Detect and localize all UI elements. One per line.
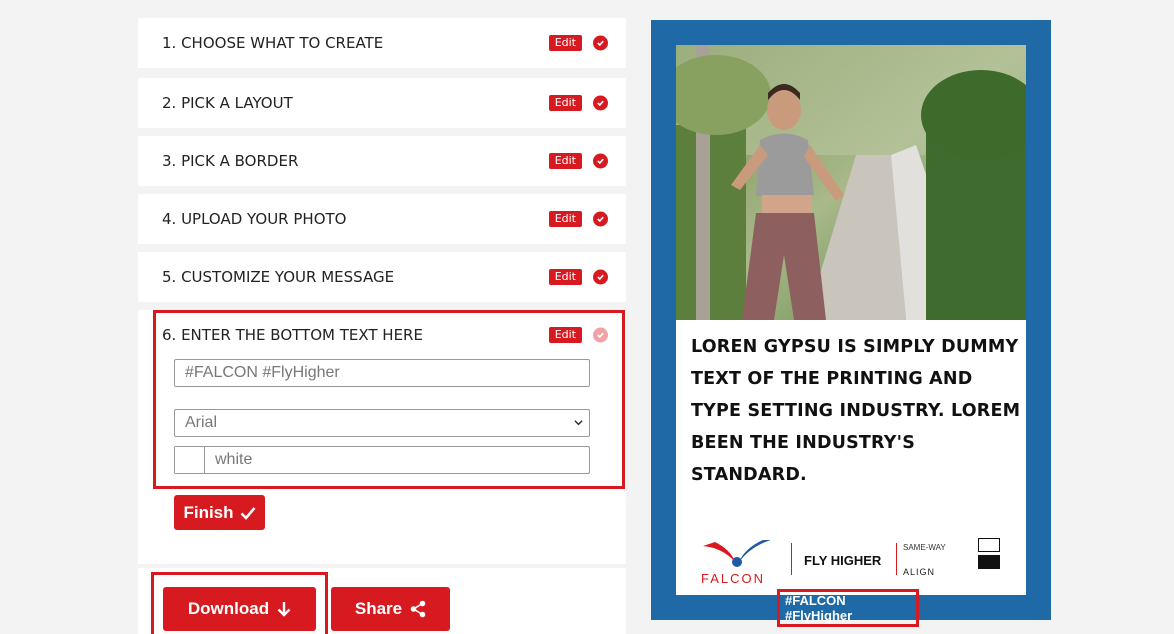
step-4: 4. UPLOAD YOUR PHOTO Edit [138,194,626,244]
chevron-down-icon [574,420,583,426]
falcon-logo-icon [703,540,771,567]
step-5: 5. CUSTOMIZE YOUR MESSAGE Edit [138,252,626,302]
check-icon [593,269,608,285]
sponsor-logo-icon [978,538,1000,569]
step-2: 2. PICK A LAYOUT Edit [138,78,626,128]
bottom-text-input[interactable]: #FALCON #FlyHigher [174,359,590,387]
color-value: white [215,451,253,468]
step-label: 2. PICK A LAYOUT [162,94,293,112]
check-icon [240,506,256,520]
edit-button[interactable]: Edit [548,95,582,111]
step-label: 1. CHOOSE WHAT TO CREATE [162,34,384,52]
divider [896,543,897,575]
edit-button[interactable]: Edit [548,327,582,343]
falcon-wordmark: FALCON [701,571,766,586]
arrow-down-icon [277,602,291,617]
preview-hashtag: #FALCON #FlyHigher [785,593,912,623]
font-select-value: Arial [185,414,218,431]
color-swatch[interactable] [175,447,205,473]
align-logo: ALIGN [903,567,936,577]
same-way-logo: SAME-WAY [903,543,946,552]
step-1: 1. CHOOSE WHAT TO CREATE Edit [138,18,626,68]
font-select[interactable]: Arial [174,409,590,437]
share-label: Share [354,599,403,618]
finish-button[interactable]: Finish [174,495,265,530]
runner-photo [676,45,1026,320]
step-label: 5. CUSTOMIZE YOUR MESSAGE [162,268,395,286]
step-label: 3. PICK A BORDER [162,152,299,170]
check-icon [593,95,608,111]
finish-label: Finish [183,502,234,522]
check-icon [593,35,608,51]
share-icon [410,600,426,618]
edit-button[interactable]: Edit [548,211,582,227]
check-icon [593,327,608,343]
divider [791,543,792,575]
download-button[interactable]: Download [163,587,316,631]
step-label: 6. ENTER THE BOTTOM TEXT HERE [162,326,423,344]
sponsor-logos: FALCON FLY HIGHER SAME-WAY ALIGN [696,533,1016,588]
step-3: 3. PICK A BORDER Edit [138,136,626,186]
share-button[interactable]: Share [331,587,450,631]
check-icon [593,211,608,227]
edit-button[interactable]: Edit [548,35,582,51]
preview-message: LOREN GYPSU IS SIMPLY DUMMY TEXT OF THE … [691,337,1021,485]
edit-button[interactable]: Edit [548,269,582,285]
poster-card: LOREN GYPSU IS SIMPLY DUMMY TEXT OF THE … [676,45,1026,595]
poster-preview: LOREN GYPSU IS SIMPLY DUMMY TEXT OF THE … [651,20,1051,620]
edit-button[interactable]: Edit [548,153,582,169]
download-label: Download [187,599,270,618]
fly-higher-text: FLY HIGHER [804,553,882,568]
color-picker-field[interactable]: white [174,446,590,474]
step-label: 4. UPLOAD YOUR PHOTO [162,210,347,228]
check-icon [593,153,608,169]
